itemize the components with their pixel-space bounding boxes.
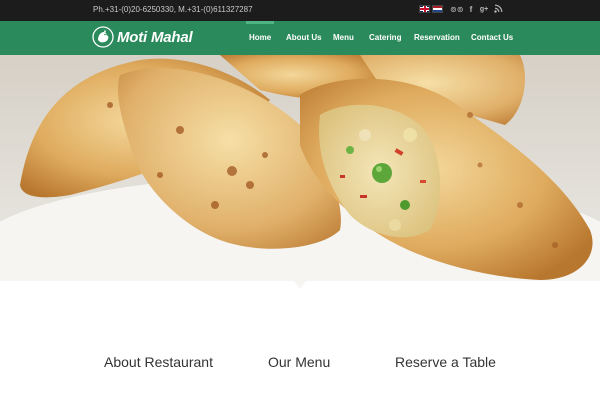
nav-contact-us[interactable]: Contact Us <box>471 21 513 55</box>
site-logo[interactable]: Moti Mahal <box>92 25 193 49</box>
nav-home[interactable]: Home <box>245 21 275 55</box>
samosa-photo <box>0 55 600 291</box>
english-flag-icon[interactable] <box>419 5 430 13</box>
dutch-flag-icon[interactable] <box>432 5 443 13</box>
our-menu-heading: Our Menu <box>268 354 331 370</box>
nav-catering[interactable]: Catering <box>369 21 401 55</box>
about-restaurant-heading: About Restaurant <box>104 354 213 370</box>
nav-about-us[interactable]: About Us <box>286 21 322 55</box>
rooster-logo-icon <box>92 26 114 48</box>
tripadvisor-icon[interactable]: ⊚⊚ <box>450 4 463 16</box>
rss-icon[interactable] <box>492 4 504 17</box>
google-plus-icon[interactable]: g+ <box>478 4 490 16</box>
brand-name: Moti Mahal <box>117 28 193 46</box>
phone-numbers: Ph.+31-(0)20-6250330, M.+31-(0)611327287 <box>93 5 253 14</box>
hero-banner-image <box>0 55 600 291</box>
facebook-icon[interactable]: f <box>465 4 477 16</box>
nav-menu[interactable]: Menu <box>333 21 354 55</box>
reserve-table-heading: Reserve a Table <box>395 354 496 370</box>
nav-reservation[interactable]: Reservation <box>414 21 460 55</box>
top-bar: Ph.+31-(0)20-6250330, M.+31-(0)611327287… <box>0 0 600 21</box>
main-navbar: Moti Mahal Home About Us Menu Catering R… <box>0 21 600 55</box>
